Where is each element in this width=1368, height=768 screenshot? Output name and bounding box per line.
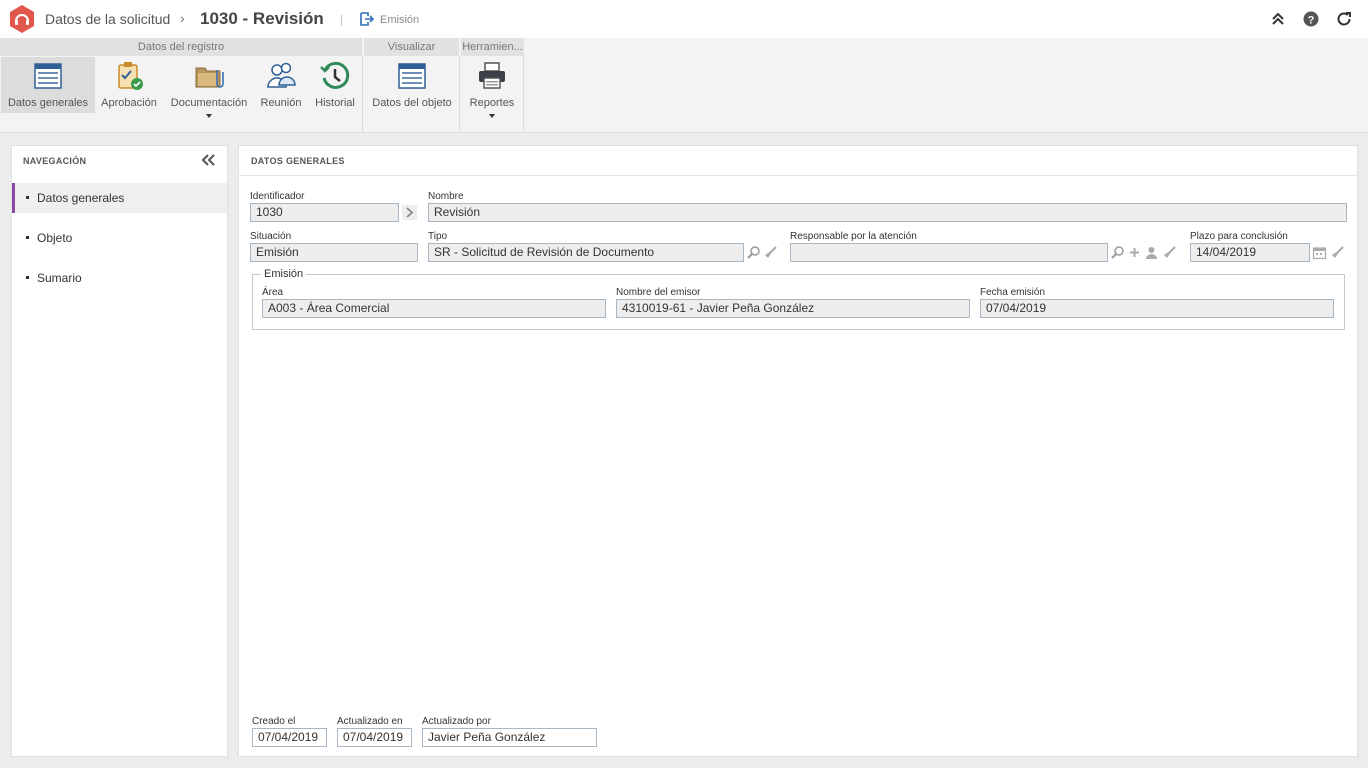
bullet-icon [26, 276, 29, 279]
responsable-label: Responsable por la atención [790, 231, 917, 242]
nav-item-sumario[interactable]: Sumario [12, 263, 227, 293]
chevron-right-icon[interactable] [402, 205, 417, 220]
clear-brush-icon[interactable] [1162, 245, 1177, 260]
user-icon[interactable] [1144, 245, 1159, 260]
divider: | [340, 14, 343, 26]
top-bar: Datos de la solicitud › 1030 - Revisión … [0, 0, 1368, 38]
dropdown-caret-icon [206, 114, 212, 118]
nav-item-label: Objeto [37, 231, 73, 245]
ribbon-button-label: Reportes [469, 97, 515, 109]
ribbon-button-label: Datos del objeto [372, 97, 452, 109]
search-icon[interactable] [1110, 245, 1125, 260]
folder-clip-icon [195, 67, 224, 88]
add-icon[interactable] [1127, 245, 1142, 260]
documentacion-button[interactable]: Documentación [166, 57, 252, 118]
breadcrumb-parent[interactable]: Datos de la solicitud [45, 11, 170, 27]
nombre-field[interactable]: Revisión [428, 203, 1347, 222]
people-icon [267, 62, 296, 88]
nav-item-datos-generales[interactable]: Datos generales [12, 183, 227, 213]
history-icon [320, 61, 350, 89]
clipboard-check-icon [118, 62, 143, 90]
status-exit-icon [360, 12, 374, 26]
actualizado-en-label: Actualizado en [337, 716, 403, 727]
emisor-field: 4310019-61 - Javier Peña González [616, 299, 970, 318]
fecha-emision-label: Fecha emisión [980, 287, 1046, 298]
page-title: 1030 - Revisión [200, 9, 324, 28]
dropdown-caret-icon [489, 114, 495, 118]
ribbon-button-label: Reunión [260, 97, 302, 109]
situacion-label: Situación [250, 231, 292, 242]
reunion-button[interactable]: Reunión [256, 57, 306, 113]
aprobacion-button[interactable]: Aprobación [98, 57, 160, 113]
plazo-field: 14/04/2019 [1190, 243, 1310, 262]
ribbon-toolbar: Datos del registro Visualizar Herramien.… [0, 38, 1368, 133]
fecha-emision-field: 07/04/2019 [980, 299, 1334, 318]
datos-del-objeto-button[interactable]: Datos del objeto [366, 57, 458, 113]
actualizado-por-field: Javier Peña González [422, 728, 597, 747]
ribbon-separator [523, 56, 524, 132]
actualizado-en-field: 07/04/2019 [337, 728, 412, 747]
creado-label: Creado el [252, 716, 296, 727]
creado-field: 07/04/2019 [252, 728, 327, 747]
actualizado-por-label: Actualizado por [422, 716, 491, 727]
nombre-label: Nombre [428, 191, 464, 202]
historial-button[interactable]: Historial [310, 57, 360, 113]
collapse-left-icon[interactable] [200, 153, 216, 167]
ribbon-button-label: Aprobación [101, 97, 157, 109]
app-logo-icon[interactable] [7, 4, 37, 34]
tipo-field: SR - Solicitud de Revisión de Documento [428, 243, 744, 262]
clear-brush-icon[interactable] [763, 245, 778, 260]
situacion-field: Emisión [250, 243, 418, 262]
bullet-icon [26, 236, 29, 239]
status-label: Emisión [380, 14, 420, 26]
area-label: Área [262, 287, 284, 298]
printer-icon [479, 62, 505, 89]
refresh-icon[interactable] [1336, 11, 1352, 27]
ribbon-group-herramientas: Herramien... [461, 38, 524, 56]
form-icon [398, 63, 426, 89]
navigation-title: NAVEGACIÓN [23, 156, 87, 166]
svg-text:?: ? [1308, 15, 1315, 27]
nav-item-objeto[interactable]: Objeto [12, 223, 227, 253]
tipo-label: Tipo [428, 231, 448, 242]
datos-generales-panel: DATOS GENERALES Identificador 1030 Nombr… [238, 145, 1358, 757]
ribbon-button-label: Datos generales [7, 97, 89, 109]
ribbon-button-label: Documentación [170, 97, 248, 109]
plazo-label: Plazo para conclusión [1190, 231, 1288, 242]
form-icon [34, 63, 62, 89]
section-title: DATOS GENERALES [251, 156, 345, 166]
area-field: A003 - Área Comercial [262, 299, 606, 318]
divider [239, 175, 1357, 176]
emision-legend: Emisión [261, 268, 307, 280]
calendar-icon[interactable] [1312, 245, 1327, 260]
datos-generales-button[interactable]: Datos generales [1, 57, 95, 113]
emisor-label: Nombre del emisor [616, 287, 701, 298]
ribbon-separator [459, 56, 460, 132]
ribbon-group-registro: Datos del registro [0, 38, 362, 56]
search-icon[interactable] [746, 245, 761, 260]
ribbon-button-label: Historial [315, 97, 355, 109]
ribbon-group-visualizar: Visualizar [364, 38, 459, 56]
reportes-button[interactable]: Reportes [463, 57, 521, 118]
nav-item-label: Sumario [37, 271, 82, 285]
collapse-up-icon[interactable] [1270, 11, 1286, 27]
identificador-label: Identificador [250, 191, 305, 202]
bullet-icon [26, 196, 29, 199]
navigation-panel: NAVEGACIÓN Datos generales Objeto Sumari… [11, 145, 228, 757]
nav-item-label: Datos generales [37, 191, 125, 205]
responsable-field [790, 243, 1108, 262]
breadcrumb-chevron-icon: › [180, 10, 185, 26]
identificador-field: 1030 [250, 203, 399, 222]
ribbon-separator [362, 56, 363, 132]
clear-brush-icon[interactable] [1330, 245, 1345, 260]
help-icon[interactable]: ? [1303, 11, 1319, 27]
